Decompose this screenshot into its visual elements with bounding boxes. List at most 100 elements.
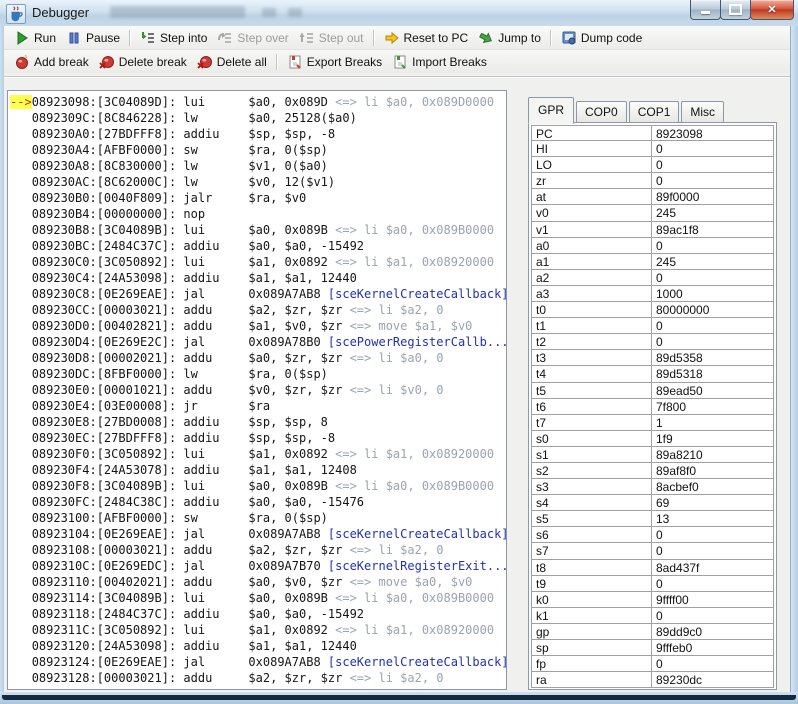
disasm-row[interactable]: 08923118:[2484C37C]: addiu $a0, $a0, -15… xyxy=(10,606,506,622)
disasm-row[interactable]: 089230B8:[3C04089B]: lui $a0, 0x089B <=>… xyxy=(10,222,506,238)
dump-code-button[interactable]: Dump code xyxy=(556,28,647,48)
disasm-row[interactable]: 089230C8:[0E269EAE]: jal 0x089A7AB8 [sce… xyxy=(10,286,506,302)
disasm-function-link[interactable]: [sceKernelCreateCallback] xyxy=(321,527,507,541)
disasm-row[interactable]: 089230A0:[27BDFFF8]: addiu $sp, $sp, -8 xyxy=(10,126,506,142)
disasm-row[interactable]: 08923124:[0E269EAE]: jal 0x089A7AB8 [sce… xyxy=(10,654,506,670)
tab-cop1[interactable]: COP1 xyxy=(629,101,680,123)
disasm-row[interactable]: 08923114:[3C04089B]: lui $a0, 0x089B <=>… xyxy=(10,590,506,606)
register-value[interactable]: 89d5358 xyxy=(652,350,773,365)
disasm-function-link[interactable]: [sceKernelCreateCallback] xyxy=(321,655,507,669)
register-value[interactable]: 1 xyxy=(652,415,773,430)
disasm-row[interactable]: 08923104:[0E269EAE]: jal 0x089A7AB8 [sce… xyxy=(10,526,506,542)
register-value[interactable]: 8acbef0 xyxy=(652,479,773,494)
disasm-row[interactable]: 089230E4:[03E00008]: jr $ra xyxy=(10,398,506,414)
disasm-function-link[interactable]: [sceKernelCreateCallback] xyxy=(321,287,507,301)
register-value[interactable]: 1000 xyxy=(652,286,773,301)
disasm-row[interactable]: 089230F0:[3C050892]: lui $a1, 0x0892 <=>… xyxy=(10,446,506,462)
register-value[interactable]: 245 xyxy=(652,254,773,269)
register-row: zr0 xyxy=(531,173,774,189)
register-value[interactable]: 89f0000 xyxy=(652,189,773,204)
jump-to-button[interactable]: Jump to xyxy=(473,28,546,48)
disasm-row[interactable]: 08923100:[AFBF0000]: sw $ra, 0($sp) xyxy=(10,510,506,526)
disasm-row[interactable]: 0892311C:[3C050892]: lui $a1, 0x0892 <=>… xyxy=(10,622,506,638)
register-value[interactable]: 89dd9c0 xyxy=(652,624,773,639)
register-value[interactable]: 0 xyxy=(652,656,773,671)
register-value[interactable]: 0 xyxy=(652,270,773,285)
tab-gpr[interactable]: GPR xyxy=(528,97,574,124)
disasm-row[interactable]: 08923120:[24A53098]: addiu $a1, $a1, 124… xyxy=(10,638,506,654)
register-value[interactable]: 7f800 xyxy=(652,399,773,414)
register-value[interactable]: 0 xyxy=(652,318,773,333)
register-value[interactable]: 1f9 xyxy=(652,431,773,446)
disasm-row[interactable]: 089230BC:[2484C37C]: addiu $a0, $a0, -15… xyxy=(10,238,506,254)
register-value[interactable]: 89d5318 xyxy=(652,366,773,381)
disasm-row[interactable]: 089230B4:[00000000]: nop xyxy=(10,206,506,222)
disasm-row[interactable]: 0892309C:[8C846228]: lw $a0, 25128($a0) xyxy=(10,110,506,126)
delete-all-button[interactable]: Delete all xyxy=(192,52,272,72)
maximize-button[interactable] xyxy=(720,0,751,20)
pause-button[interactable]: Pause xyxy=(61,28,125,48)
disasm-row[interactable]: 089230EC:[27BDFFF8]: addiu $sp, $sp, -8 xyxy=(10,430,506,446)
register-value[interactable]: 0 xyxy=(652,576,773,591)
register-value[interactable]: 9ffff00 xyxy=(652,592,773,607)
register-row: t71 xyxy=(531,415,774,431)
disasm-row[interactable]: 089230AC:[8C62000C]: lw $v0, 12($v1) xyxy=(10,174,506,190)
disasm-row[interactable]: 089230E8:[27BD0008]: addiu $sp, $sp, 8 xyxy=(10,414,506,430)
import-breaks-button[interactable]: Import Breaks xyxy=(387,52,492,72)
register-value[interactable]: 0 xyxy=(652,141,773,156)
register-value[interactable]: 89ead50 xyxy=(652,383,773,398)
disasm-row[interactable]: 08923128:[00003021]: addu $a2, $zr, $zr … xyxy=(10,670,506,686)
disasm-row[interactable]: 089230D4:[0E269E2C]: jal 0x089A78B0 [sce… xyxy=(10,334,506,350)
titlebar[interactable]: Debugger ✕ xyxy=(0,0,798,27)
register-value[interactable]: 89af8f0 xyxy=(652,463,773,478)
register-value[interactable]: 0 xyxy=(652,157,773,172)
register-value[interactable]: 0 xyxy=(652,334,773,349)
disasm-instruction-text: 089230EC:[27BDFFF8]: addiu $sp, $sp, -8 xyxy=(32,431,335,445)
close-button[interactable]: ✕ xyxy=(750,0,794,20)
disasm-row[interactable]: 089230FC:[2484C38C]: addiu $a0, $a0, -15… xyxy=(10,494,506,510)
register-value[interactable]: 0 xyxy=(652,238,773,253)
register-value[interactable]: 13 xyxy=(652,511,773,526)
disasm-row[interactable]: 089230A4:[AFBF0000]: sw $ra, 0($sp) xyxy=(10,142,506,158)
register-value[interactable]: 89230dc xyxy=(652,672,773,687)
register-value[interactable]: 0 xyxy=(652,608,773,623)
register-value[interactable]: 245 xyxy=(652,205,773,220)
disasm-row[interactable]: 089230B0:[0040F809]: jalr $ra, $v0 xyxy=(10,190,506,206)
disasm-row[interactable]: 089230A8:[8C830000]: lw $v1, 0($a0) xyxy=(10,158,506,174)
disasm-row[interactable]: 089230C0:[3C050892]: lui $a1, 0x0892 <=>… xyxy=(10,254,506,270)
register-value[interactable]: 0 xyxy=(652,527,773,542)
disasm-row[interactable]: 089230F4:[24A53078]: addiu $a1, $a1, 124… xyxy=(10,462,506,478)
disasm-row[interactable]: 089230D8:[00002021]: addu $a0, $zr, $zr … xyxy=(10,350,506,366)
delete-break-button[interactable]: Delete break xyxy=(94,52,192,72)
run-button[interactable]: Run xyxy=(9,28,61,48)
disasm-row[interactable]: 089230F8:[3C04089B]: lui $a0, 0x089B <=>… xyxy=(10,478,506,494)
disasm-row[interactable]: 089230CC:[00003021]: addu $a2, $zr, $zr … xyxy=(10,302,506,318)
disasm-row[interactable]: 08923108:[00003021]: addu $a2, $zr, $zr … xyxy=(10,542,506,558)
register-value[interactable]: 9fffeb0 xyxy=(652,640,773,655)
disasm-row[interactable]: 089230D0:[00402821]: addu $a1, $v0, $zr … xyxy=(10,318,506,334)
disasm-function-link[interactable]: [scePowerRegisterCallb... xyxy=(321,335,507,349)
export-breaks-button[interactable]: Export Breaks xyxy=(282,52,387,72)
register-value[interactable]: 89a8210 xyxy=(652,447,773,462)
minimize-button[interactable] xyxy=(690,0,721,20)
disasm-row[interactable]: 08923110:[00402021]: addu $a0, $v0, $zr … xyxy=(10,574,506,590)
register-value[interactable]: 8ad437f xyxy=(652,560,773,575)
register-value[interactable]: 0 xyxy=(652,543,773,558)
disasm-row[interactable]: 0892310C:[0E269EDC]: jal 0x089A7B70 [sce… xyxy=(10,558,506,574)
register-value[interactable]: 0 xyxy=(652,173,773,188)
disasm-row[interactable]: 089230C4:[24A53098]: addiu $a1, $a1, 124… xyxy=(10,270,506,286)
register-value[interactable]: 8923098 xyxy=(652,126,773,140)
register-value[interactable]: 80000000 xyxy=(652,302,773,317)
reset-to-pc-button[interactable]: Reset to PC xyxy=(379,28,474,48)
add-break-button[interactable]: Add break xyxy=(9,52,94,72)
disasm-row[interactable]: -->08923098:[3C04089D]: lui $a0, 0x089D … xyxy=(10,94,506,110)
register-value[interactable]: 69 xyxy=(652,495,773,510)
disasm-row[interactable]: 089230E0:[00001021]: addu $v0, $zr, $zr … xyxy=(10,382,506,398)
tab-misc[interactable]: Misc xyxy=(681,101,724,123)
disassembly-panel[interactable]: -->08923098:[3C04089D]: lui $a0, 0x089D … xyxy=(7,90,507,690)
tab-cop0[interactable]: COP0 xyxy=(576,101,627,123)
step-into-button[interactable]: Step into xyxy=(135,28,212,48)
disasm-row[interactable]: 089230DC:[8FBF0000]: lw $ra, 0($sp) xyxy=(10,366,506,382)
register-value[interactable]: 89ac1f8 xyxy=(652,222,773,237)
disasm-function-link[interactable]: [sceKernelRegisterExit... xyxy=(321,559,507,573)
